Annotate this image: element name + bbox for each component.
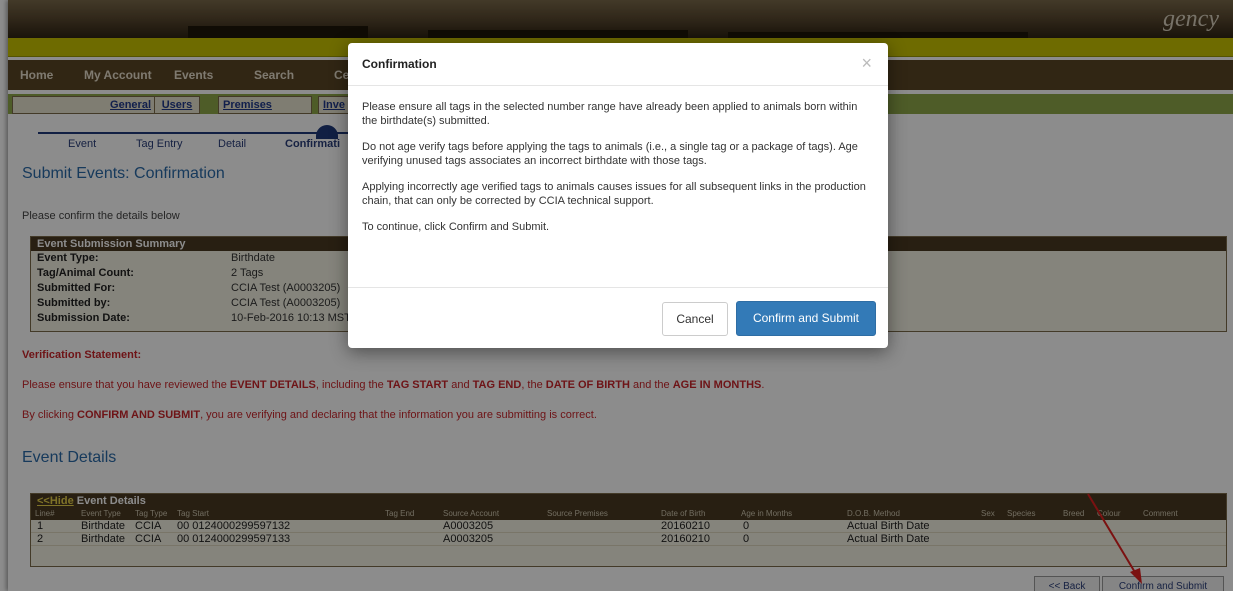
dialog-body: Please ensure all tags in the selected n…	[348, 86, 888, 234]
dialog-paragraph: Please ensure all tags in the selected n…	[362, 101, 858, 127]
dialog-title: Confirmation	[362, 57, 437, 71]
cancel-button[interactable]: Cancel	[662, 302, 728, 336]
dialog-header: Confirmation ×	[348, 43, 888, 86]
close-icon[interactable]: ×	[861, 53, 872, 74]
dialog-footer: Cancel Confirm and Submit	[348, 287, 888, 349]
dialog-paragraph: Do not age verify tags before applying t…	[362, 141, 858, 167]
dialog-paragraph: To continue, click Confirm and Submit.	[362, 221, 550, 233]
confirm-and-submit-button[interactable]: Confirm and Submit	[736, 301, 876, 336]
dialog-paragraph: Applying incorrectly age verified tags t…	[362, 181, 866, 207]
confirmation-dialog: Confirmation × Please ensure all tags in…	[348, 43, 888, 348]
